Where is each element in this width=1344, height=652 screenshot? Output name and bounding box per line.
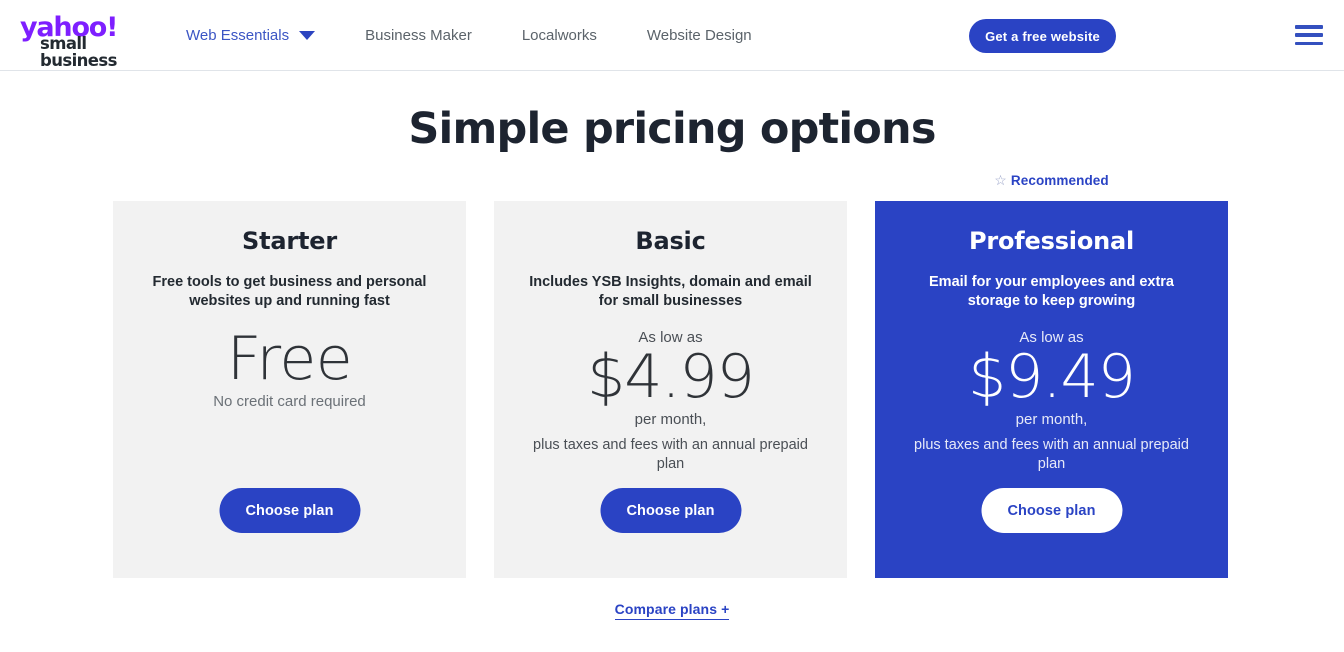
main-navigation: Web Essentials Business Maker Localworks… [186, 0, 752, 71]
chevron-down-icon [299, 31, 316, 40]
plan-description-professional: Email for your employees and extra stora… [929, 274, 1174, 309]
pricing-card-professional: Professional Email for your employees an… [875, 201, 1228, 578]
choose-plan-button-starter[interactable]: Choose plan [219, 488, 360, 533]
plan-name-starter: Starter [242, 227, 337, 255]
star-icon: ☆ [994, 172, 1007, 188]
hamburger-bar-1 [1295, 25, 1323, 29]
nav-label-business-maker: Business Maker [365, 27, 472, 44]
plan-price-professional: $9.49 [968, 342, 1136, 412]
choose-plan-button-professional[interactable]: Choose plan [981, 488, 1122, 533]
hamburger-bar-3 [1295, 41, 1323, 45]
recommended-badge: ☆ Recommended [875, 172, 1228, 189]
nav-item-website-design[interactable]: Website Design [647, 27, 752, 44]
plan-description-basic: Includes YSB Insights, domain and email … [529, 274, 812, 309]
pricing-cards: Starter Free tools to get business and p… [113, 201, 1228, 578]
recommended-label: Recommended [1010, 173, 1109, 188]
plan-subnote-starter: No credit card required [213, 393, 366, 410]
plan-per-month-basic: per month, [634, 411, 707, 428]
nav-label-website-design: Website Design [646, 27, 752, 44]
compare-plans-row: Compare plans + [0, 601, 1344, 620]
compare-plans-link[interactable]: Compare plans + [614, 601, 730, 620]
nav-item-business-maker[interactable]: Business Maker [365, 27, 472, 44]
site-header: yahoo! small business Web Essentials Bus… [0, 0, 1344, 71]
plan-fineprint-professional: plus taxes and fees with an annual prepa… [914, 437, 1189, 472]
plan-name-basic: Basic [635, 227, 706, 255]
plan-per-month-professional: per month, [1015, 411, 1088, 428]
get-a-free-website-button[interactable]: Get a free website [969, 19, 1116, 53]
plan-price-basic: $4.99 [587, 342, 755, 412]
nav-label-web-essentials: Web Essentials [186, 27, 290, 44]
nav-item-localworks[interactable]: Localworks [522, 27, 597, 44]
pricing-card-starter: Starter Free tools to get business and p… [113, 201, 466, 578]
nav-label-localworks: Localworks [521, 27, 597, 44]
plan-price-starter: Free [226, 324, 353, 394]
hamburger-menu-icon[interactable] [1295, 23, 1323, 47]
choose-plan-button-basic[interactable]: Choose plan [600, 488, 741, 533]
page-title: Simple pricing options [408, 104, 936, 154]
yahoo-small-business-logo[interactable]: yahoo! small business [20, 14, 156, 68]
plan-fineprint-basic: plus taxes and fees with an annual prepa… [533, 437, 808, 472]
plan-name-professional: Professional [968, 227, 1135, 255]
plan-description-starter: Free tools to get business and personal … [152, 274, 427, 309]
hamburger-bar-2 [1295, 33, 1323, 37]
nav-item-web-essentials[interactable]: Web Essentials [186, 27, 316, 44]
pricing-card-basic: Basic Includes YSB Insights, domain and … [494, 201, 847, 578]
